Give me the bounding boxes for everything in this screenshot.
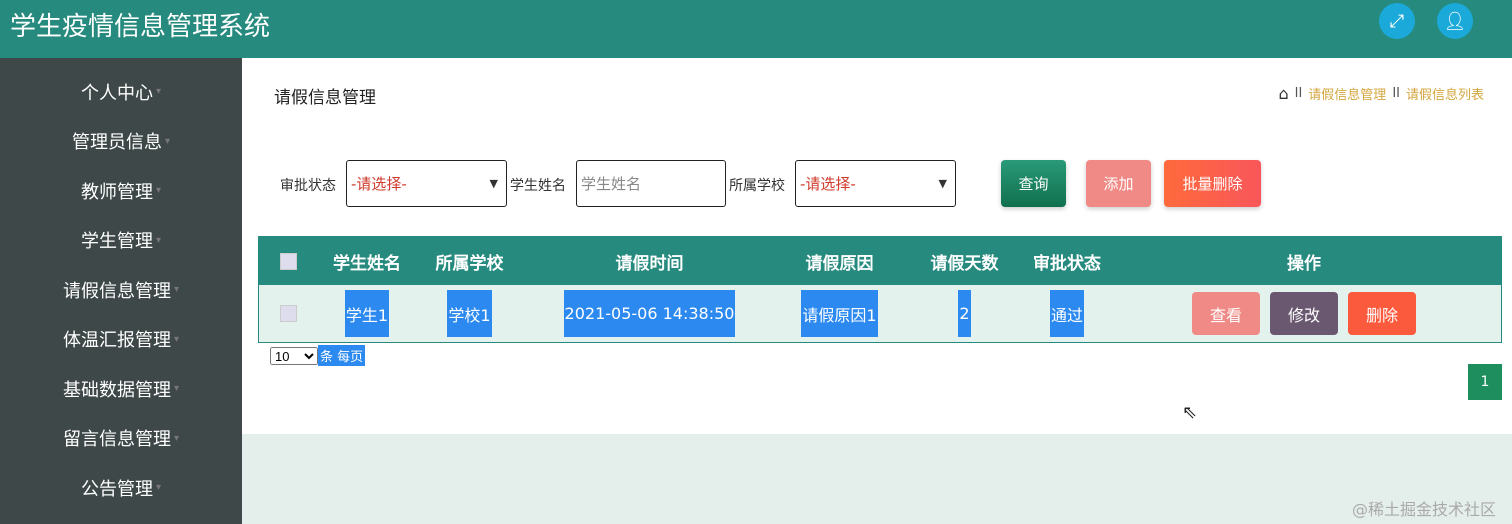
col-header: 学生姓名 <box>333 253 401 274</box>
caret-icon: ▾ <box>173 333 180 345</box>
sidebar-item-student[interactable]: 学生管理 ▾ <box>0 207 242 257</box>
caret-icon: ▾ <box>155 234 162 246</box>
query-button[interactable]: 查询 <box>1001 160 1066 207</box>
sidebar-item-label: 管理员信息 <box>71 132 162 154</box>
batch-delete-button[interactable]: 批量删除 <box>1164 160 1261 207</box>
sidebar: 个人中心 ▾ 管理员信息 ▾ 教师管理 ▾ 学生管理 ▾ 请假信息管理 ▾ 体温汇报管理 ▾… <box>0 58 242 524</box>
chevron-down-icon: ▼ <box>489 177 498 190</box>
school-label: 所属学校 <box>729 178 785 194</box>
breadcrumb-item[interactable]: 请假信息管理 <box>1308 84 1386 103</box>
sidebar-item-notice[interactable]: 公告管理 ▾ <box>0 454 242 504</box>
table-row: 学生1 学校1 2021-05-06 14:38:50 请假原因1 2 通过 查… <box>259 285 1501 342</box>
cell-time: 2021-05-06 14:38:50 <box>563 290 736 337</box>
sidebar-item-label: 请假信息管理 <box>62 280 171 302</box>
col-header: 请假时间 <box>615 253 684 274</box>
watermark: @稀土掘金技术社区 <box>1351 500 1496 519</box>
cell-reason: 请假原因1 <box>801 290 878 337</box>
name-label: 学生姓名 <box>510 178 566 194</box>
breadcrumb-item: 请假信息列表 <box>1405 88 1484 103</box>
sidebar-item-messages[interactable]: 留言信息管理 ▾ <box>0 405 242 455</box>
caret-icon: ▾ <box>155 482 162 494</box>
page-title: 请假信息管理 <box>274 88 376 108</box>
view-button[interactable]: 查看 <box>1192 292 1260 335</box>
page-button-1[interactable]: 1 <box>1468 364 1502 400</box>
caret-icon: ▾ <box>164 135 171 147</box>
chevron-down-icon: ▼ <box>938 177 947 190</box>
row-checkbox[interactable] <box>279 305 297 322</box>
sidebar-item-label: 基础数据管理 <box>62 379 171 401</box>
sidebar-item-label: 体温汇报管理 <box>62 330 171 352</box>
select-all-checkbox[interactable] <box>279 252 297 270</box>
edit-button[interactable]: 修改 <box>1270 292 1338 335</box>
col-header: 请假天数 <box>930 253 999 274</box>
school-select-value: -请选择- <box>800 175 856 193</box>
cell-school: 学校1 <box>447 290 492 337</box>
caret-icon: ▾ <box>155 86 162 98</box>
main-content: 请假信息管理 ⌂ II 请假信息管理 II 请假信息列表 审批状态 -请选择- ▼… <box>242 58 1512 434</box>
status-label: 审批状态 <box>280 178 336 194</box>
leave-table: 学生姓名 所属学校 请假时间 请假原因 请假天数 审批状态 操作 学生1 学校1… <box>258 236 1502 343</box>
breadcrumb-separator: II <box>1294 86 1303 101</box>
name-input-placeholder: 学生姓名 <box>581 175 642 193</box>
sidebar-item-label: 公告管理 <box>80 478 153 500</box>
sidebar-item-basedata[interactable]: 基础数据管理 ▾ <box>0 355 242 405</box>
sidebar-item-personal[interactable]: 个人中心 ▾ <box>0 58 242 108</box>
sidebar-item-teacher[interactable]: 教师管理 ▾ <box>0 157 242 207</box>
caret-icon: ▾ <box>155 185 162 197</box>
sidebar-item-admin[interactable]: 管理员信息 ▾ <box>0 108 242 158</box>
breadcrumb-separator: II <box>1392 86 1400 101</box>
cell-name: 学生1 <box>344 290 390 337</box>
cell-days: 2 <box>958 290 971 337</box>
sidebar-item-label: 学生管理 <box>80 231 153 253</box>
fullscreen-button[interactable]: ⤢ <box>1379 3 1415 39</box>
page-size-select[interactable]: 10 <box>270 346 318 365</box>
expand-icon: ⤢ <box>1389 10 1405 32</box>
col-header: 请假原因 <box>805 253 874 274</box>
table-header: 学生姓名 所属学校 请假时间 请假原因 请假天数 审批状态 操作 <box>259 237 1501 285</box>
status-select[interactable]: -请选择- ▼ <box>346 160 507 207</box>
sidebar-item-label: 留言信息管理 <box>62 429 171 451</box>
name-input[interactable]: 学生姓名 <box>576 160 726 207</box>
school-select[interactable]: -请选择- ▼ <box>795 160 956 207</box>
caret-icon: ▾ <box>173 284 180 296</box>
top-header: 学生疫情信息管理系统 ⤢ 👤︎ <box>0 0 1512 58</box>
home-icon[interactable]: ⌂ <box>1278 84 1288 103</box>
status-select-value: -请选择- <box>351 175 407 193</box>
app-title: 学生疫情信息管理系统 <box>10 12 271 42</box>
mouse-cursor-icon: ⇖ <box>1182 402 1198 423</box>
sidebar-item-temperature[interactable]: 体温汇报管理 ▾ <box>0 306 242 356</box>
sidebar-item-label: 个人中心 <box>80 82 153 104</box>
sidebar-item-label: 教师管理 <box>80 181 153 203</box>
caret-icon: ▾ <box>173 432 180 444</box>
caret-icon: ▾ <box>173 383 180 395</box>
col-header: 操作 <box>1287 253 1321 274</box>
delete-button[interactable]: 删除 <box>1348 292 1416 335</box>
page-size-label: 条 每页 <box>318 345 366 366</box>
col-header: 所属学校 <box>435 253 504 274</box>
user-button[interactable]: 👤︎ <box>1437 3 1473 39</box>
col-header: 审批状态 <box>1033 253 1101 274</box>
add-button[interactable]: 添加 <box>1086 160 1151 207</box>
breadcrumb: ⌂ II 请假信息管理 II 请假信息列表 <box>1278 84 1484 103</box>
sidebar-item-leave[interactable]: 请假信息管理 ▾ <box>0 256 242 306</box>
cell-status: 通过 <box>1049 290 1084 337</box>
page-size-control: 10 条 每页 <box>270 345 366 366</box>
user-icon: 👤︎ <box>1443 10 1467 32</box>
